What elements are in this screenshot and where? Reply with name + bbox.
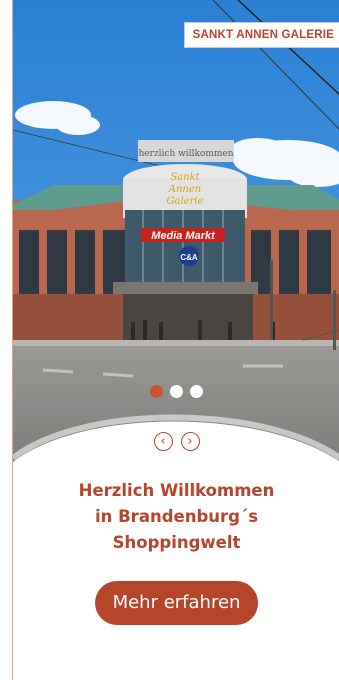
slide-dot-2[interactable] xyxy=(170,385,183,398)
store-sign: Media Markt xyxy=(151,230,216,242)
svg-text:Annen: Annen xyxy=(168,184,201,195)
top-sign: herzlich willkommen xyxy=(138,149,233,159)
store-logo: C&A xyxy=(180,253,198,262)
welcome-line-2: in Brandenburg´s xyxy=(94,507,259,526)
chevron-left-icon[interactable]: ‹ xyxy=(153,432,173,451)
svg-text:Sankt: Sankt xyxy=(170,172,200,183)
chevron-right-icon[interactable]: › xyxy=(180,432,200,451)
mall-name-badge: SANKT ANNEN GALERIE xyxy=(183,22,339,48)
more-info-button[interactable]: Mehr erfahren xyxy=(94,581,259,625)
welcome-line-1: Herzlich Willkommen xyxy=(78,481,275,500)
slide-dot-1[interactable] xyxy=(150,385,163,398)
slide-dot-3[interactable] xyxy=(190,385,203,398)
slider-arrows: ‹ › xyxy=(13,432,339,451)
welcome-line-3: Shoppingwelt xyxy=(112,533,241,552)
hero-slider-frame: herzlich willkommen Sankt Annen Galerie … xyxy=(12,0,339,680)
welcome-heading: Herzlich Willkommen in Brandenburg´s Sho… xyxy=(13,478,339,556)
slider-pagination xyxy=(13,385,339,398)
svg-text:Galerie: Galerie xyxy=(167,196,204,207)
